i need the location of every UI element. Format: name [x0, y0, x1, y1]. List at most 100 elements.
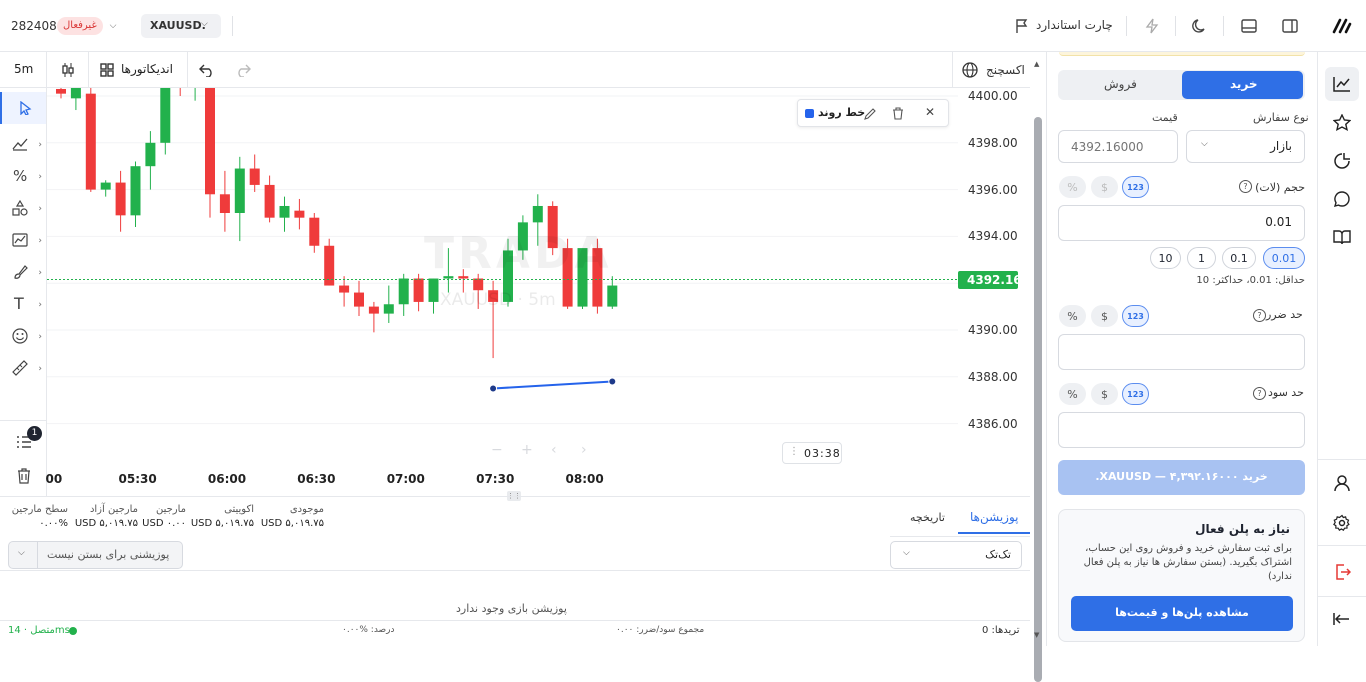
sell-tab[interactable]: فروش: [1104, 77, 1137, 91]
buy-tab[interactable]: خرید: [1182, 71, 1303, 99]
redo-icon[interactable]: [233, 60, 253, 80]
stat-margin-level: سطح مارجین ۰.۰۰%: [8, 504, 68, 529]
volume-mode-dollar[interactable]: $: [1091, 176, 1118, 198]
nav-settings[interactable]: [1325, 506, 1359, 540]
submit-buy-label: خرید ۴,۳۹۲.۱۶۰۰۰ — XAUUSD.: [1095, 470, 1268, 483]
chart-area[interactable]: − + ‹ ›: [47, 88, 1030, 496]
view-plans-button[interactable]: مشاهده پلن‌ها و قیمت‌ها: [1071, 596, 1293, 631]
take-profit-mode-dollar[interactable]: $: [1091, 383, 1118, 405]
stat-balance: موجودی USD ۵,۰۱۹.۷۵: [261, 504, 324, 529]
chart-nav-hint-icon: +: [521, 442, 533, 458]
undo-icon[interactable]: [197, 60, 217, 80]
nav-chat[interactable]: [1325, 182, 1359, 216]
gear-icon: [1333, 514, 1350, 532]
delete-drawing-icon[interactable]: [892, 107, 904, 120]
candle-body: [562, 248, 573, 307]
stop-loss-mode-dollar[interactable]: $: [1091, 305, 1118, 327]
chart-scrollbar[interactable]: ▲ ▼: [1033, 60, 1043, 682]
trend-line-handle: [489, 384, 498, 393]
tab-history[interactable]: تاریخچه: [910, 511, 945, 524]
nav-watchlist[interactable]: [1325, 106, 1359, 140]
text-tools[interactable]: T ›: [4, 291, 44, 319]
take-profit-mode-percent[interactable]: %: [1059, 383, 1086, 405]
volume-mode-numeric[interactable]: 123: [1122, 176, 1149, 198]
scroll-up-arrow[interactable]: ▲: [1034, 60, 1039, 68]
candle-body: [145, 142, 156, 167]
emoji-tools[interactable]: ›: [4, 323, 44, 351]
close-drawing-panel-icon[interactable]: ✕: [925, 105, 935, 119]
symbol-selector[interactable]: XAUUSD. ⌵: [141, 14, 221, 38]
quick-volume-0-1[interactable]: 0.1: [1222, 247, 1256, 269]
bottom-panel-layout-icon[interactable]: [1240, 17, 1258, 35]
stop-loss-mode-numeric[interactable]: 123: [1122, 305, 1149, 327]
drawing-color-swatch: [805, 109, 814, 118]
trash-icon[interactable]: [14, 466, 34, 486]
close-all-button[interactable]: پوزیشنی برای بستن نیست: [47, 548, 169, 561]
volume-input[interactable]: 0.01: [1058, 205, 1305, 241]
indicators-button[interactable]: اندیکاتورها: [98, 60, 178, 80]
fib-tools[interactable]: % ›: [4, 163, 44, 191]
scroll-down-arrow[interactable]: ▼: [1034, 631, 1039, 639]
nav-chart[interactable]: [1325, 67, 1359, 101]
standard-chart-button[interactable]: چارت استاندارد: [1012, 15, 1117, 37]
shape-tools[interactable]: ›: [4, 195, 44, 223]
nav-collapse[interactable]: [1325, 602, 1359, 636]
nav-portfolio[interactable]: [1325, 144, 1359, 178]
quick-volume-0-01[interactable]: 0.01: [1263, 247, 1305, 269]
exchange-button[interactable]: اکسچنج: [960, 60, 1026, 80]
nav-divider: [1318, 459, 1366, 460]
chart-toolbar: 5m اندیکاتورها اکسچنج: [0, 52, 1030, 88]
chart-nav-hint-icon: ›: [581, 442, 587, 458]
candle-body: [532, 205, 543, 223]
stop-loss-mode-percent[interactable]: %: [1059, 305, 1086, 327]
brush-tools[interactable]: ›: [4, 259, 44, 287]
plan-required-card: نیاز به پلن فعال برای ثبت سفارش خرید و ف…: [1058, 509, 1305, 642]
chart-nav-hint-icon: −: [491, 442, 503, 458]
empty-positions-message: پوزیشن بازی وجود ندارد: [456, 602, 567, 615]
ruler-icon: [12, 360, 28, 376]
positions-panel: پوزیشن‌ها تاریخچه موجودی USD ۵,۰۱۹.۷۵ اک…: [0, 496, 1030, 620]
scroll-thumb[interactable]: [1034, 117, 1042, 682]
timeframe-button[interactable]: 5m: [14, 62, 33, 76]
chart-type-candles-icon[interactable]: [58, 60, 78, 80]
submit-buy-button[interactable]: خرید ۴,۳۹۲.۱۶۰۰۰ — XAUUSD.: [1058, 460, 1305, 495]
stop-loss-input[interactable]: [1058, 334, 1305, 370]
account-chevron-down-icon[interactable]: ⌵: [105, 17, 121, 35]
take-profit-help-icon: ?: [1253, 387, 1266, 400]
object-tree-button[interactable]: 1: [10, 426, 42, 452]
candle-body: [70, 88, 81, 99]
candle-body: [309, 217, 320, 246]
line-tools[interactable]: ›: [4, 131, 44, 159]
current-price-value: 4392.16: [967, 273, 1022, 287]
candle-body: [130, 166, 141, 216]
stat-label: سطح مارجین: [11, 504, 68, 515]
take-profit-label: حد سود: [1268, 386, 1304, 399]
take-profit-mode-numeric[interactable]: 123: [1122, 383, 1149, 405]
nav-profile[interactable]: [1325, 466, 1359, 500]
measure-tools[interactable]: ›: [4, 355, 44, 383]
side-panel-layout-icon[interactable]: [1281, 17, 1299, 35]
pattern-tools[interactable]: ›: [4, 227, 44, 255]
take-profit-input[interactable]: [1058, 412, 1305, 448]
drawing-object-panel: خط روند ✕: [797, 99, 949, 127]
price-input[interactable]: [1058, 130, 1178, 163]
close-all-chevron-down-icon[interactable]: ⌵: [18, 548, 25, 558]
candle-body: [354, 292, 364, 307]
moon-icon[interactable]: [1191, 17, 1209, 35]
edit-pencil-icon[interactable]: [864, 107, 877, 120]
order-type-select[interactable]: بازار ⌵: [1186, 130, 1305, 163]
price-chart[interactable]: − + ‹ ›: [47, 88, 1030, 496]
quick-volume-1[interactable]: 1: [1187, 247, 1216, 269]
y-tick-label: 4394.00: [968, 229, 1018, 244]
quick-volume-10[interactable]: 10: [1150, 247, 1181, 269]
lightning-icon[interactable]: [1143, 17, 1161, 35]
volume-mode-percent[interactable]: %: [1059, 176, 1086, 198]
header-divider: [232, 16, 233, 36]
y-tick-label: 4398.00: [968, 135, 1018, 150]
nav-logout[interactable]: [1325, 555, 1359, 589]
tab-positions[interactable]: پوزیشن‌ها: [958, 506, 1030, 534]
nav-learn[interactable]: [1325, 220, 1359, 254]
position-filter-select[interactable]: تک‌تک ⌵: [890, 541, 1022, 569]
chevron-right-icon: ›: [38, 172, 42, 182]
cursor-tool[interactable]: [0, 92, 46, 124]
